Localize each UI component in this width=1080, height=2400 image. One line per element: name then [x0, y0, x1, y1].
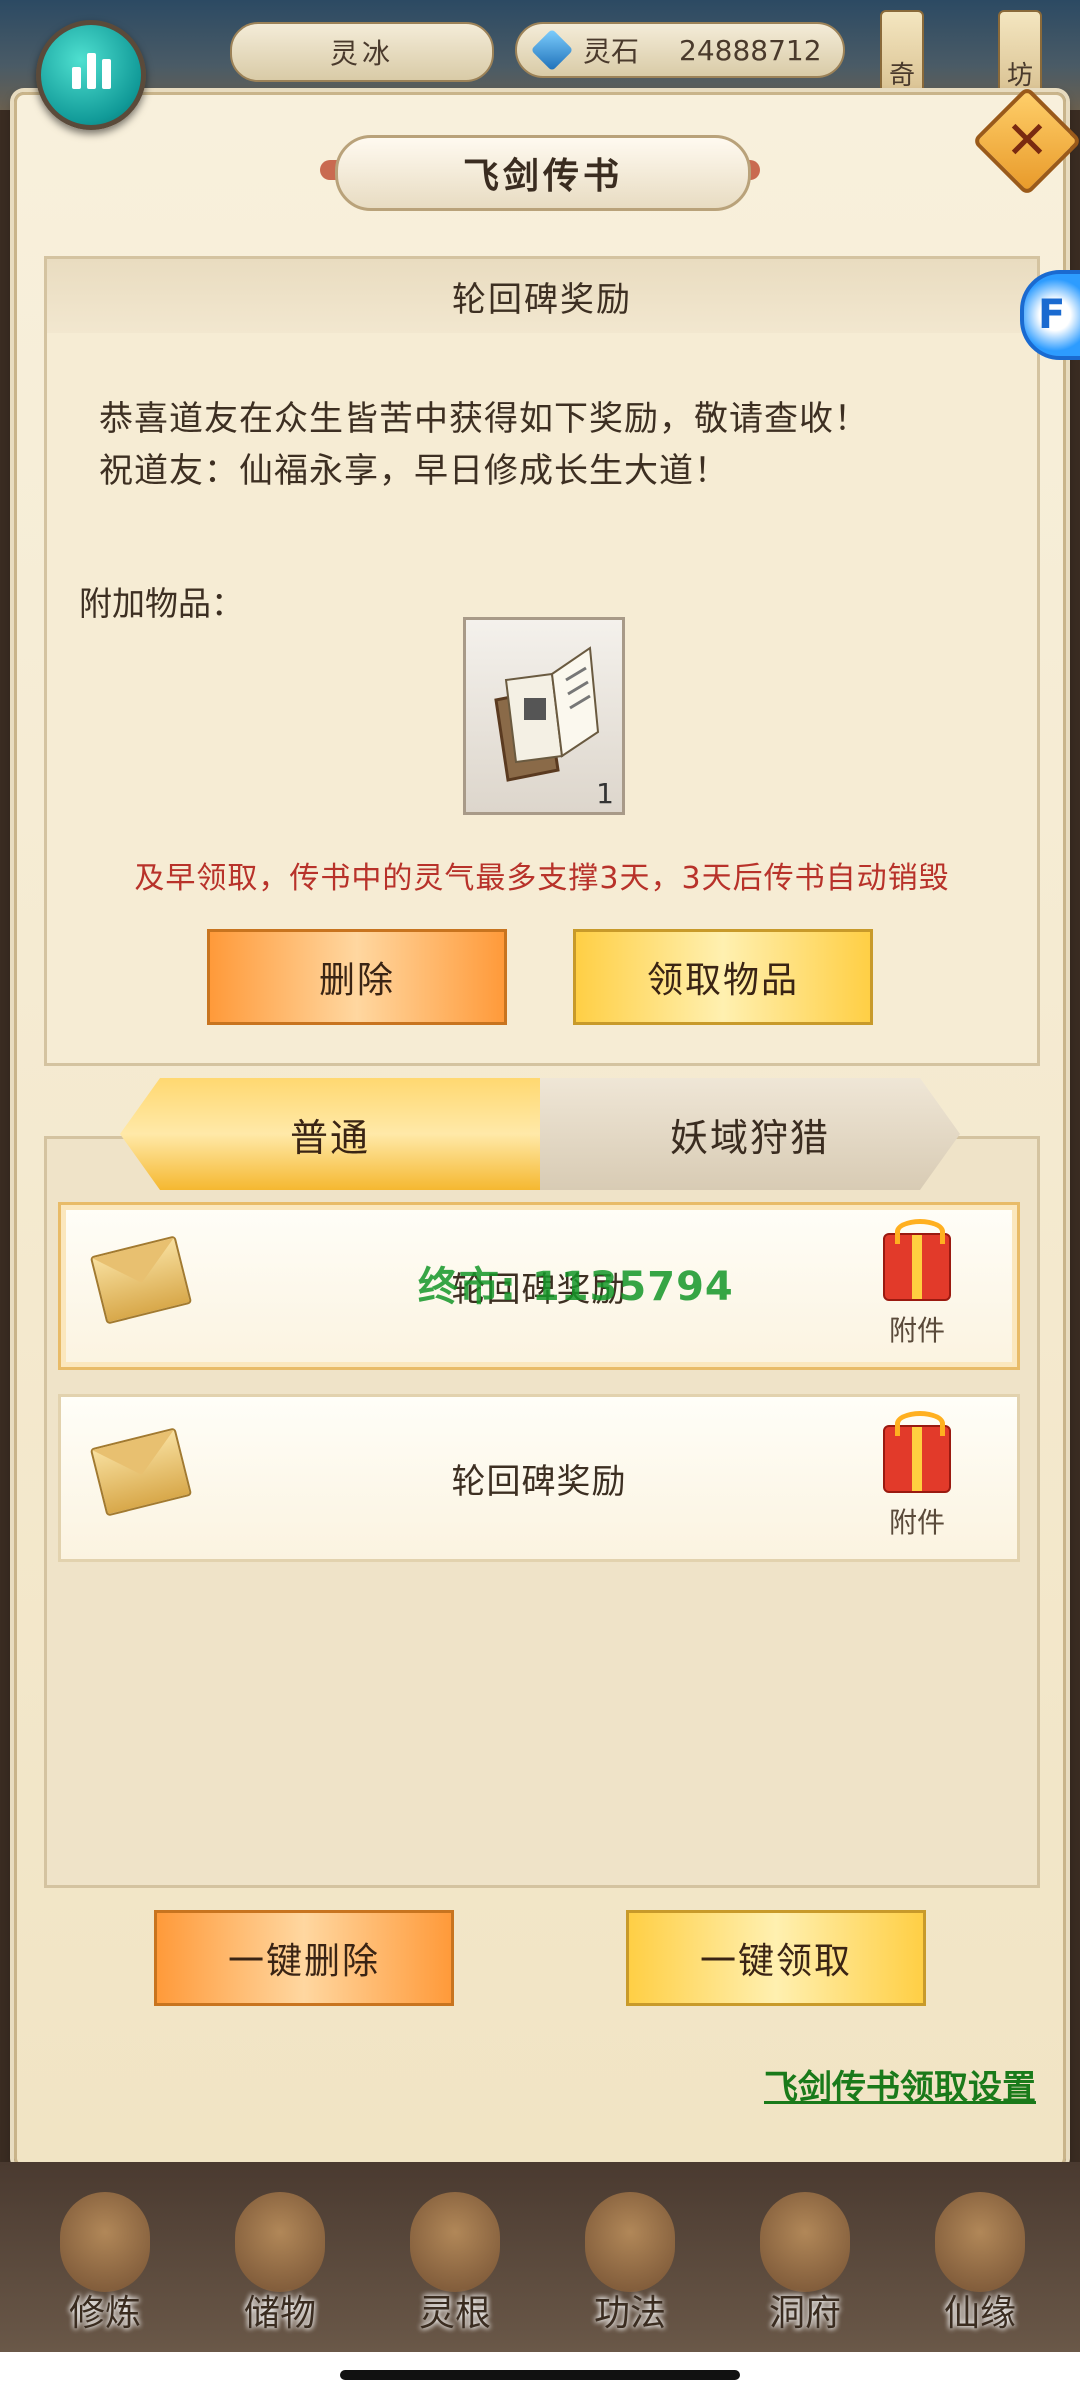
dialog-title: 飞剑传书	[335, 135, 751, 211]
nav-label: 洞府	[768, 2293, 841, 2334]
nav-storage[interactable]: 储物	[215, 2172, 345, 2352]
bar-chart-icon	[71, 67, 81, 89]
mail-body-line-2: 祝道友：仙福永享，早日修成长生大道！	[99, 451, 729, 491]
side-tab-letter: F	[1038, 292, 1066, 338]
spirit-root-icon	[410, 2192, 500, 2292]
delete-button[interactable]: 删除	[207, 929, 507, 1025]
home-indicator[interactable]	[340, 2370, 740, 2380]
claim-all-button[interactable]: 一键领取	[626, 1910, 926, 2006]
player-name: 灵冰	[329, 37, 394, 70]
attachment-tag: 附件	[888, 1506, 945, 1539]
banner-left-label: 奇	[888, 61, 915, 91]
nav-label: 灵根	[418, 2293, 491, 2334]
mail-settings-link[interactable]: 飞剑传书领取设置	[764, 2060, 1036, 2109]
mail-detail: 轮回碑奖励 恭喜道友在众生皆苦中获得如下奖励，敬请查收！ 祝道友：仙福永享，早日…	[44, 256, 1040, 1066]
claim-item-button[interactable]: 领取物品	[573, 929, 873, 1025]
currency-label: 灵石	[583, 35, 640, 68]
nav-label: 功法	[593, 2293, 666, 2334]
item-count: 1	[596, 777, 614, 810]
cultivate-icon	[60, 2192, 150, 2292]
bar-chart-icon-bar	[101, 59, 111, 89]
item-slot[interactable]: 1	[463, 617, 625, 815]
banner-right-label: 坊	[1006, 61, 1033, 91]
nav-label: 修炼	[68, 2293, 141, 2334]
delete-all-button[interactable]: 一键删除	[154, 1910, 454, 2006]
nav-cave[interactable]: 洞府	[740, 2172, 870, 2352]
scroll-book-icon	[585, 2192, 675, 2292]
nav-fate[interactable]: 仙缘	[915, 2172, 1045, 2352]
nav-techniques[interactable]: 功法	[565, 2172, 695, 2352]
currency-value: 24888712	[679, 33, 822, 67]
spirit-stone-icon	[530, 28, 574, 72]
nav-label: 仙缘	[943, 2293, 1016, 2334]
gift-icon	[883, 1219, 951, 1301]
mail-body-line-1: 恭喜道友在众生皆苦中获得如下奖励，敬请查收！	[99, 399, 869, 439]
bar-chart-icon-bar	[86, 53, 96, 89]
expiry-warning: 及早领取，传书中的灵气最多支撑3天，3天后传书自动销毁	[134, 861, 950, 896]
attachment-label: 附加物品：	[79, 584, 244, 623]
stats-button[interactable]	[36, 20, 146, 130]
banner-right[interactable]: 坊	[998, 10, 1042, 100]
mail-heading: 轮回碑奖励	[47, 259, 1037, 333]
player-name-badge: 灵冰	[230, 22, 494, 82]
nav-label: 储物	[243, 2293, 316, 2334]
banner-left[interactable]: 奇	[880, 10, 924, 100]
attachment-tag: 附件	[888, 1314, 945, 1347]
gift-icon	[883, 1411, 951, 1493]
tab-demon-hunt[interactable]: 妖域狩猎	[540, 1078, 960, 1190]
nav-cultivate[interactable]: 修炼	[40, 2172, 170, 2352]
yin-yang-icon	[935, 2192, 1025, 2292]
tab-normal[interactable]: 普通	[120, 1078, 540, 1190]
nav-spirit-root[interactable]: 灵根	[390, 2172, 520, 2352]
cave-gate-icon	[760, 2192, 850, 2292]
storage-bag-icon	[235, 2192, 325, 2292]
close-icon[interactable]: ✕	[988, 102, 1066, 180]
spirit-stone-counter: 灵石 24888712	[515, 22, 845, 78]
id-watermark: 终市: 1135794	[418, 1264, 734, 1310]
mail-list-item[interactable]: 轮回碑奖励 附件	[58, 1394, 1020, 1562]
